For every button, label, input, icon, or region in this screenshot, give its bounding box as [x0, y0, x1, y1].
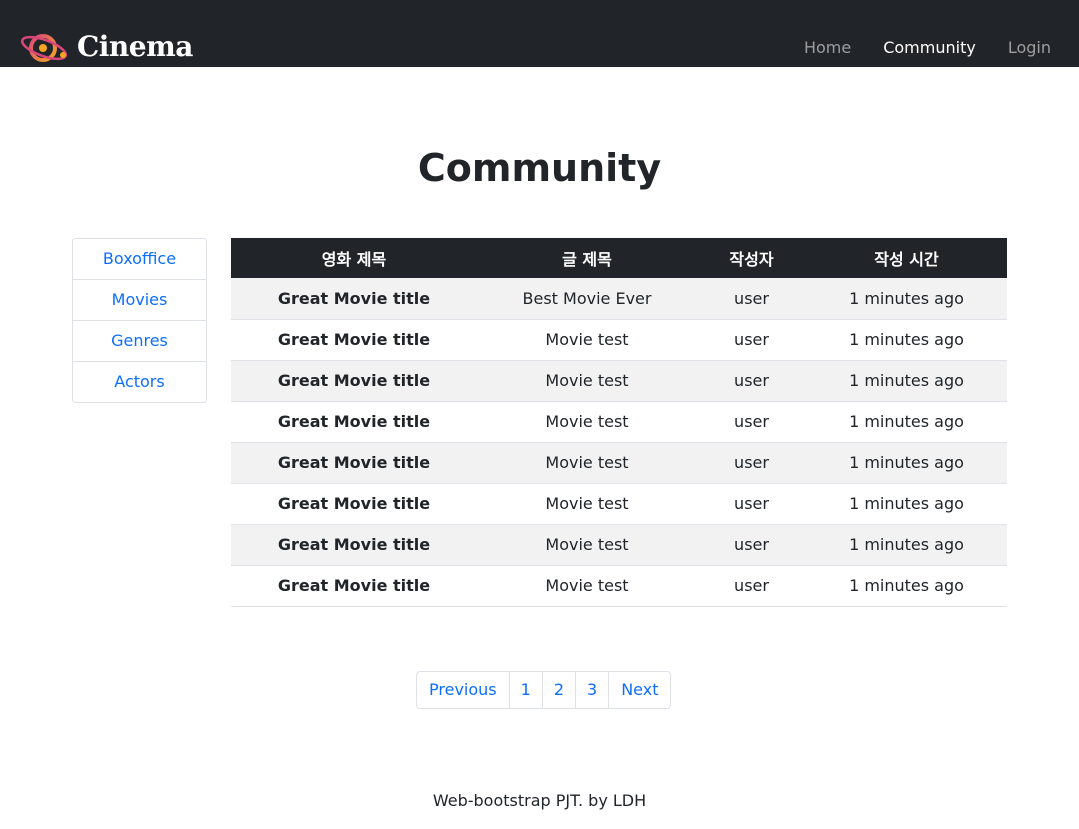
- post-title-cell: Best Movie Ever: [522, 288, 652, 308]
- movie-title-cell: Great Movie title: [277, 453, 431, 472]
- column-header-movie-title: 영화 제목: [321, 250, 387, 269]
- post-title-cell: Movie test: [545, 371, 629, 390]
- movie-title-cell: Great Movie title: [277, 412, 431, 431]
- sidebar-item-actors[interactable]: Actors: [72, 361, 207, 403]
- sidebar-item-movies[interactable]: Movies: [72, 279, 207, 321]
- pagination-page-3[interactable]: 3: [575, 672, 608, 708]
- movie-title-cell: Great Movie title: [277, 371, 431, 390]
- post-title-cell: Movie test: [545, 453, 629, 472]
- author-cell: user: [734, 288, 769, 308]
- pagination-page-1[interactable]: 1: [508, 672, 542, 708]
- sidebar-item-boxoffice[interactable]: Boxoffice: [72, 238, 207, 280]
- post-title-cell: Movie test: [545, 412, 629, 431]
- author-cell: user: [734, 371, 769, 390]
- movie-title-cell: Great Movie title: [277, 288, 431, 308]
- author-cell: user: [734, 412, 769, 431]
- community-posts-table: 영화 제목 글 제목 작성자 작성 시간 Great Movie title Be…: [231, 238, 1007, 607]
- table-row[interactable]: Great Movie title Movie test user 1 minutes…: [231, 524, 1007, 565]
- nav-login-link[interactable]: Login: [1008, 38, 1051, 58]
- author-cell: user: [734, 494, 769, 513]
- table-row[interactable]: Great Movie title Movie test user 1 minutes…: [231, 319, 1007, 360]
- page-title: Community: [417, 146, 662, 190]
- column-header-post-title: 글 제목: [562, 250, 612, 269]
- top-navbar: Cinema Home Community Login: [0, 0, 1079, 67]
- created-time-cell: 1 minutes ago: [849, 494, 964, 513]
- created-time-cell: 1 minutes ago: [849, 288, 964, 308]
- movie-title-cell: Great Movie title: [277, 494, 431, 513]
- nav-home-link[interactable]: Home: [804, 38, 851, 58]
- created-time-cell: 1 minutes ago: [849, 453, 964, 472]
- table-row[interactable]: Great Movie title Movie test user 1 minutes…: [231, 483, 1007, 524]
- footer-text: Web-bootstrap PJT. by LDH: [432, 791, 647, 810]
- column-header-created-time: 작성 시간: [874, 250, 939, 269]
- brand-name: Cinema: [77, 30, 193, 63]
- author-cell: user: [734, 453, 769, 472]
- planet-logo-icon: [20, 34, 68, 62]
- pagination: Previous 1 2 3 Next: [416, 671, 672, 709]
- author-cell: user: [734, 330, 769, 349]
- brand[interactable]: Cinema: [19, 28, 193, 66]
- sidebar-list: Boxoffice Movies Genres Actors: [72, 238, 207, 403]
- author-cell: user: [734, 535, 769, 554]
- post-title-cell: Movie test: [545, 330, 629, 349]
- created-time-cell: 1 minutes ago: [849, 535, 964, 554]
- movie-title-cell: Great Movie title: [277, 330, 431, 349]
- table-row[interactable]: Great Movie title Best Movie Ever user 1 mi…: [231, 278, 1007, 319]
- created-time-cell: 1 minutes ago: [849, 371, 964, 390]
- table-header-row: 영화 제목 글 제목 작성자 작성 시간: [231, 238, 1007, 278]
- movie-title-cell: Great Movie title: [277, 576, 431, 595]
- post-title-cell: Movie test: [545, 535, 629, 554]
- author-cell: user: [734, 576, 769, 595]
- post-title-cell: Movie test: [545, 494, 629, 513]
- nav-links: Home Community Login: [772, 38, 1051, 58]
- column-header-author: 작성자: [729, 250, 774, 269]
- sidebar-item-genres[interactable]: Genres: [72, 320, 207, 362]
- nav-community-link[interactable]: Community: [883, 38, 976, 58]
- created-time-cell: 1 minutes ago: [849, 412, 964, 431]
- pagination-next-button[interactable]: Next: [608, 672, 670, 708]
- table-row[interactable]: Great Movie title Movie test user 1 minutes…: [231, 442, 1007, 483]
- movie-title-cell: Great Movie title: [277, 535, 431, 554]
- pagination-page-2[interactable]: 2: [541, 672, 575, 708]
- pagination-previous-button[interactable]: Previous: [417, 672, 509, 708]
- created-time-cell: 1 minutes ago: [849, 576, 964, 595]
- created-time-cell: 1 minutes ago: [849, 330, 964, 349]
- table-row[interactable]: Great Movie title Movie test user 1 minutes…: [231, 565, 1007, 606]
- post-title-cell: Movie test: [545, 576, 629, 595]
- table-row[interactable]: Great Movie title Movie test user 1 minutes…: [231, 360, 1007, 401]
- table-row[interactable]: Great Movie title Movie test user 1 minutes…: [231, 401, 1007, 442]
